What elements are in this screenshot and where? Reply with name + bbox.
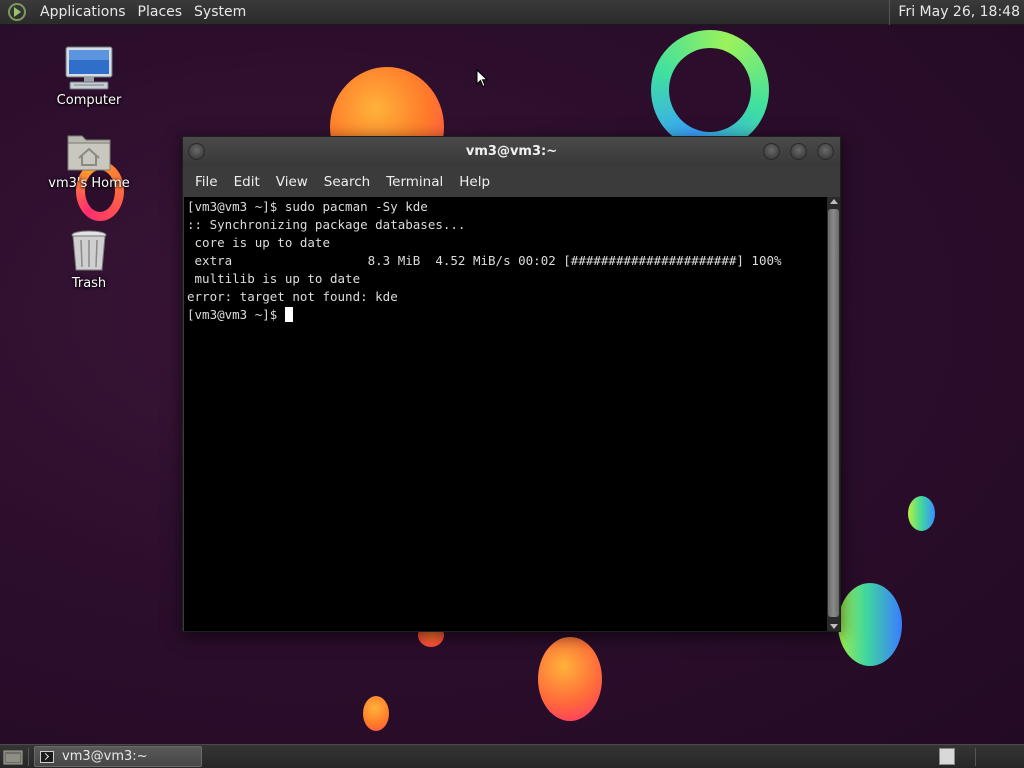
- menu-search[interactable]: Search: [316, 174, 378, 190]
- trash-icon: [71, 230, 107, 271]
- taskbar-window-label: vm3@vm3:~: [62, 749, 148, 764]
- desktop-icon-computer[interactable]: Computer: [44, 45, 134, 108]
- terminal-window[interactable]: vm3@vm3:~ File Edit View Search Terminal…: [182, 136, 841, 632]
- wallpaper-blue-blob: [838, 583, 902, 666]
- menu-view[interactable]: View: [268, 174, 316, 190]
- places-menu[interactable]: Places: [132, 0, 189, 25]
- wallpaper-green-ring: [651, 30, 769, 150]
- scroll-down-arrow-icon[interactable]: [830, 624, 838, 629]
- terminal-line: core is up to date: [187, 235, 330, 250]
- wallpaper-green-blob: [908, 496, 935, 531]
- terminal-output[interactable]: [vm3@vm3 ~]$ sudo pacman -Sy kde:: Synch…: [184, 197, 827, 631]
- menu-help[interactable]: Help: [451, 174, 498, 190]
- mouse-pointer-icon: [476, 69, 488, 88]
- wallpaper-orange-blob-bottom: [538, 637, 602, 721]
- taskbar-terminal-button[interactable]: vm3@vm3:~: [34, 746, 202, 767]
- menu-file[interactable]: File: [187, 174, 226, 190]
- window-title: vm3@vm3:~: [465, 144, 558, 159]
- show-desktop-icon[interactable]: [2, 748, 24, 766]
- home-folder-icon: [67, 135, 111, 171]
- window-menu-button[interactable]: [188, 143, 205, 160]
- scroll-up-arrow-icon[interactable]: [830, 199, 838, 204]
- terminal-prompt-line[interactable]: [vm3@vm3 ~]$: [187, 306, 827, 324]
- top-panel: Applications Places System Fri May 26, 1…: [0, 0, 1024, 25]
- terminal-prompt: [vm3@vm3 ~]$: [187, 307, 285, 322]
- terminal-line: [vm3@vm3 ~]$ sudo pacman -Sy kde: [187, 199, 428, 214]
- terminal-line: extra 8.3 MiB 4.52 MiB/s 00:02 [########…: [187, 253, 782, 268]
- terminal-menubar: File Edit View Search Terminal Help: [183, 167, 840, 197]
- computer-label: Computer: [56, 93, 122, 108]
- distro-logo-icon[interactable]: [6, 2, 28, 22]
- text-cursor: [284, 307, 293, 322]
- terminal-line: error: target not found: kde: [187, 289, 398, 304]
- menu-edit[interactable]: Edit: [226, 174, 268, 190]
- close-button[interactable]: [817, 143, 834, 160]
- terminal-line: multilib is up to date: [187, 271, 361, 286]
- trash-label: Trash: [71, 276, 107, 291]
- desktop-icon-trash[interactable]: Trash: [44, 228, 134, 291]
- home-label: vm3's Home: [48, 176, 130, 191]
- system-menu[interactable]: System: [188, 0, 252, 25]
- computer-icon: [65, 46, 113, 90]
- panel-separator: [975, 748, 976, 766]
- terminal-icon: [40, 750, 54, 763]
- terminal-line: :: Synchronizing package databases...: [187, 217, 466, 232]
- scrollbar-thumb[interactable]: [828, 209, 839, 617]
- panel-separator: [28, 748, 29, 766]
- maximize-button[interactable]: [790, 143, 807, 160]
- terminal-scrollbar[interactable]: [827, 197, 840, 631]
- applications-menu[interactable]: Applications: [34, 0, 132, 25]
- menu-terminal[interactable]: Terminal: [378, 174, 451, 190]
- bottom-panel: vm3@vm3:~: [0, 744, 1024, 768]
- panel-clock[interactable]: Fri May 26, 18:48: [889, 0, 1020, 25]
- wallpaper-small-blob: [363, 696, 389, 731]
- desktop-icon-home[interactable]: vm3's Home: [44, 128, 134, 191]
- minimize-button[interactable]: [763, 143, 780, 160]
- workspace-switcher[interactable]: [939, 748, 955, 765]
- window-titlebar[interactable]: vm3@vm3:~: [183, 137, 840, 167]
